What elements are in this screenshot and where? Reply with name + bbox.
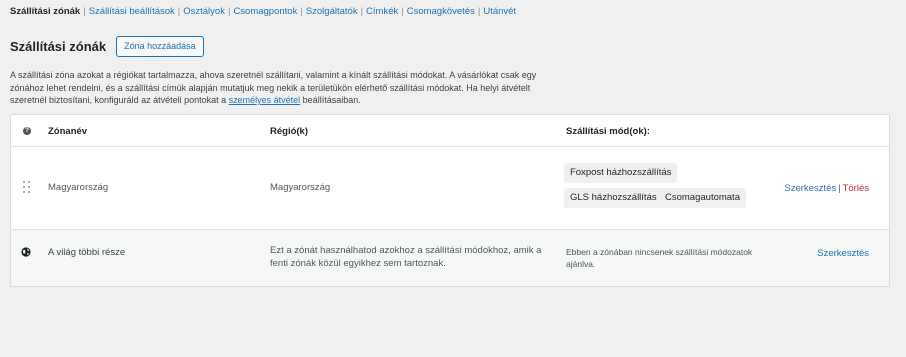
subnav-separator: |	[360, 6, 364, 17]
subnav-parcel-points[interactable]: Csomagpontok	[233, 6, 297, 17]
table-row: Magyarország Magyarország Foxpost házhoz…	[11, 147, 889, 230]
subnav-separator: |	[401, 6, 404, 17]
subnav-shipping-settings[interactable]: Szállítási beállítások	[89, 6, 175, 17]
shipping-method-badge: Csomagautomata	[659, 188, 746, 208]
subnav: Szállítási zónák | Szállítási beállítások |…	[10, 6, 516, 17]
zone-region: Magyarország	[270, 182, 331, 193]
zone-actions: Szerkesztés	[817, 247, 869, 259]
subnav-cod[interactable]: Utánvét	[483, 6, 516, 17]
subnav-separator: |	[227, 6, 231, 17]
zone-name: Magyarország	[48, 182, 109, 193]
column-header-zone-name: Zónanév	[48, 126, 88, 137]
action-separator: |	[838, 183, 841, 194]
delete-zone-link[interactable]: Törlés	[843, 183, 869, 194]
page-title: Szállítási zónák	[10, 39, 107, 54]
zone-region: Ezt a zónát használhatod azokhoz a száll…	[270, 245, 542, 269]
subnav-classes[interactable]: Osztályok	[183, 6, 225, 17]
edit-zone-link[interactable]: Szerkesztés	[817, 248, 869, 259]
help-icon[interactable]: ?	[23, 127, 31, 135]
local-pickup-link[interactable]: személyes átvétel	[229, 95, 301, 105]
subnav-shipping-zones[interactable]: Szállítási zónák	[10, 6, 80, 17]
page-description: A szállítási zóna azokat a régiókat tart…	[10, 69, 566, 107]
shipping-method-badge: Foxpost házhozszállítás	[564, 163, 678, 183]
shipping-method-badge: GLS házhozszállítás	[564, 188, 663, 208]
subnav-tracking[interactable]: Csomagkövetés	[407, 6, 475, 17]
table-header: ? Zónanév Régió(k) Szállítási mód(ok):	[11, 115, 889, 147]
shipping-zones-table: ? Zónanév Régió(k) Szállítási mód(ok): M…	[10, 114, 890, 287]
column-header-region: Régió(k)	[270, 126, 308, 137]
subnav-labels[interactable]: Címkék	[366, 6, 398, 17]
subnav-carriers[interactable]: Szolgáltatók	[306, 6, 358, 17]
description-suffix: beállításaiban.	[300, 95, 361, 105]
zone-name: A világ többi része	[48, 247, 126, 258]
edit-zone-link[interactable]: Szerkesztés	[784, 183, 836, 194]
subnav-separator: |	[477, 6, 481, 17]
heading-row: Szállítási zónák Zóna hozzáadása	[10, 36, 204, 57]
subnav-separator: |	[83, 6, 86, 17]
subnav-separator: |	[300, 6, 303, 17]
subnav-separator: |	[177, 6, 181, 17]
zone-actions: Szerkesztés | Törlés	[784, 182, 869, 194]
globe-icon	[21, 247, 31, 257]
no-methods-text: Ebben a zónában nincsenek szállítási mód…	[566, 247, 753, 269]
drag-handle-icon[interactable]	[23, 181, 31, 193]
add-zone-button[interactable]: Zóna hozzáadása	[116, 36, 204, 57]
column-header-methods: Szállítási mód(ok):	[566, 126, 650, 137]
table-row: A világ többi része Ezt a zónát használh…	[11, 230, 889, 286]
